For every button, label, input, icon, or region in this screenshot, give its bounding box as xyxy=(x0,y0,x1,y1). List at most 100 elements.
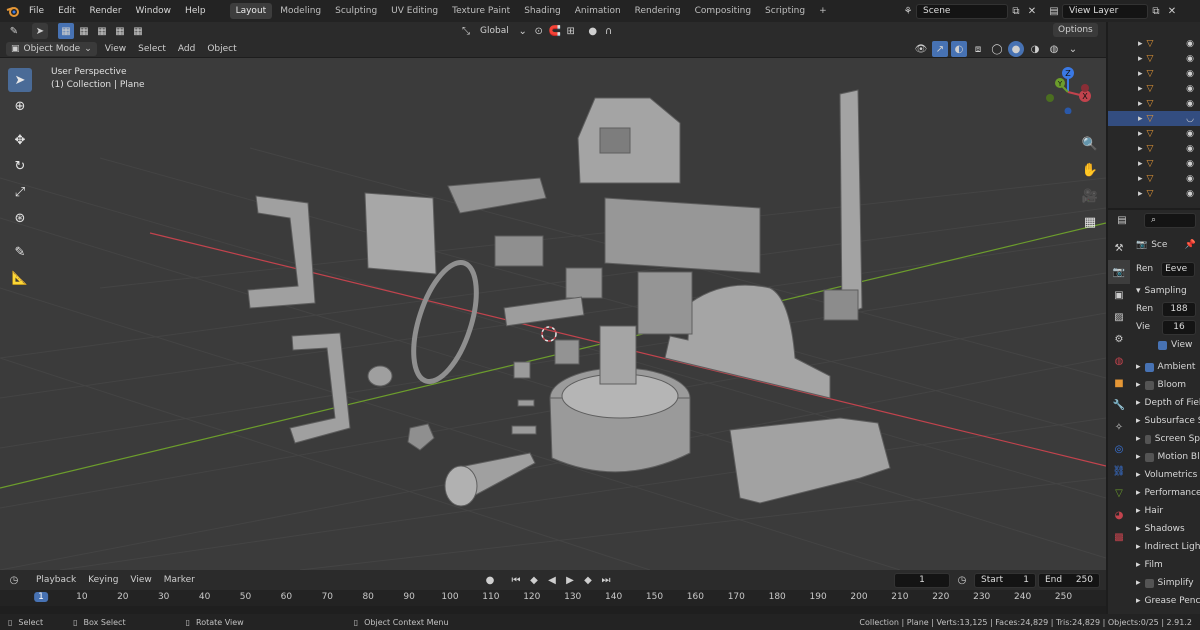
tab-layout[interactable]: Layout xyxy=(229,3,273,19)
viewport-denoise-row[interactable]: View xyxy=(1132,336,1200,354)
gizmo-toggle-icon[interactable]: ↗ xyxy=(932,41,948,57)
delete-view-layer-icon[interactable]: ✕ xyxy=(1164,3,1180,19)
panel-subsurface-s[interactable]: ▸ Subsurface S xyxy=(1132,412,1200,430)
selection-mode-subtract-icon[interactable]: ▦ xyxy=(94,23,110,39)
tab-uv-editing[interactable]: UV Editing xyxy=(385,3,444,19)
next-keyframe-icon[interactable]: ◆ xyxy=(580,572,596,588)
options-dropdown[interactable]: Options xyxy=(1053,23,1098,37)
menu-file[interactable]: File xyxy=(22,0,51,22)
visibility-eye-icon[interactable]: ◉ xyxy=(1186,69,1194,79)
panel-bloom[interactable]: ▸ Bloom xyxy=(1132,376,1200,394)
shading-rendered-icon[interactable]: ◍ xyxy=(1046,41,1062,57)
material-tab-icon[interactable]: ◕ xyxy=(1108,504,1130,526)
preview-range-icon[interactable]: ◷ xyxy=(954,572,970,588)
outliner-row[interactable]: ▸ ▽ ◉ xyxy=(1108,66,1200,81)
select-tool-icon[interactable]: ➤ xyxy=(32,23,48,39)
render-engine-dropdown[interactable]: Eeve xyxy=(1161,261,1196,277)
visibility-eye-icon[interactable]: ◉ xyxy=(1186,159,1194,169)
menu-render[interactable]: Render xyxy=(83,0,129,22)
outliner-row[interactable]: ▸ ▽ ◉ xyxy=(1108,81,1200,96)
physics-tab-icon[interactable]: ◎ xyxy=(1108,438,1130,460)
outliner-row[interactable]: ▸ ▽ ◉ xyxy=(1108,186,1200,201)
shading-wireframe-icon[interactable]: ◯ xyxy=(989,41,1005,57)
record-icon[interactable]: ● xyxy=(482,572,498,588)
jump-start-icon[interactable]: ⏮ xyxy=(508,572,524,588)
shading-solid-icon[interactable]: ● xyxy=(1008,41,1024,57)
viewport-menu-add[interactable]: Add xyxy=(172,44,201,54)
panel-grease-penc[interactable]: ▸ Grease Penc xyxy=(1132,592,1200,610)
cursor-tool-icon[interactable]: ⊕ xyxy=(8,94,32,118)
visibility-eye-icon[interactable]: ◉ xyxy=(1186,174,1194,184)
panel-enable-checkbox[interactable] xyxy=(1144,578,1154,588)
tab-scripting[interactable]: Scripting xyxy=(759,3,811,19)
snap-icon[interactable]: 🧲 xyxy=(547,23,563,39)
viewport-menu-object[interactable]: Object xyxy=(201,44,242,54)
viewport-menu-view[interactable]: View xyxy=(99,44,132,54)
menu-window[interactable]: Window xyxy=(129,0,179,22)
timeline-editor-icon[interactable]: ◷ xyxy=(6,572,22,588)
visibility-eye-icon[interactable]: ◉ xyxy=(1186,144,1194,154)
zoom-icon[interactable]: 🔍 xyxy=(1078,132,1102,156)
outliner-row[interactable]: ▸ ▽ ◉ xyxy=(1108,156,1200,171)
outliner-row[interactable]: ▸ ▽ ◉ xyxy=(1108,96,1200,111)
panel-ambient[interactable]: ▸ Ambient xyxy=(1132,358,1200,376)
shading-material-icon[interactable]: ◑ xyxy=(1027,41,1043,57)
panel-shadows[interactable]: ▸ Shadows xyxy=(1132,520,1200,538)
data-tab-icon[interactable]: ▽ xyxy=(1108,482,1130,504)
timeline-menu-marker[interactable]: Marker xyxy=(158,575,201,585)
visibility-eye-icon[interactable]: ◉ xyxy=(1186,39,1194,49)
move-tool-icon[interactable]: ✥ xyxy=(8,128,32,152)
viewport-samples-field[interactable]: 16 xyxy=(1162,319,1196,335)
panel-enable-checkbox[interactable] xyxy=(1144,362,1154,372)
panel-film[interactable]: ▸ Film xyxy=(1132,556,1200,574)
selection-mode-invert-icon[interactable]: ▦ xyxy=(112,23,128,39)
pivot-point-icon[interactable]: ⊙ xyxy=(531,23,547,39)
tab-compositing[interactable]: Compositing xyxy=(689,3,757,19)
visibility-eye-icon[interactable]: ◉ xyxy=(1186,189,1194,199)
menu-edit[interactable]: Edit xyxy=(51,0,82,22)
timeline-menu-view[interactable]: View xyxy=(124,575,157,585)
panel-indirect-light[interactable]: ▸ Indirect Light xyxy=(1132,538,1200,556)
panel-motion-bl[interactable]: ▸ Motion Bl xyxy=(1132,448,1200,466)
selection-mode-extend-icon[interactable]: ▦ xyxy=(76,23,92,39)
scene-tab-icon[interactable]: ⚙ xyxy=(1108,328,1130,350)
timeline-menu-keying[interactable]: Keying xyxy=(82,575,124,585)
properties-editor-icon[interactable]: ▤ xyxy=(1114,212,1130,228)
selection-mode-new-icon[interactable]: ▦ xyxy=(58,23,74,39)
delete-scene-icon[interactable]: ✕ xyxy=(1024,3,1040,19)
properties-search-input[interactable]: ⌕ xyxy=(1144,212,1196,228)
add-workspace-button[interactable]: + xyxy=(813,3,833,19)
viewport-denoise-checkbox[interactable] xyxy=(1158,340,1167,350)
pin-icon[interactable]: 📌 xyxy=(1185,240,1196,250)
visibility-eye-icon[interactable]: ◉ xyxy=(1186,84,1194,94)
panel-performance[interactable]: ▸ Performance xyxy=(1132,484,1200,502)
transform-orientation-dropdown[interactable]: Global xyxy=(474,26,515,36)
panel-hair[interactable]: ▸ Hair xyxy=(1132,502,1200,520)
visibility-eye-icon[interactable]: ◉ xyxy=(1186,129,1194,139)
select-box-tool-icon[interactable]: ➤ xyxy=(8,68,32,92)
snap-target-icon[interactable]: ⊞ xyxy=(563,23,579,39)
render-tab-icon[interactable]: 📷 xyxy=(1108,260,1130,284)
ortho-grid-icon[interactable]: ▦ xyxy=(1078,210,1102,234)
visibility-icon[interactable]: 👁 xyxy=(913,41,929,57)
particles-tab-icon[interactable]: ✧ xyxy=(1108,416,1130,438)
output-tab-icon[interactable]: ▣ xyxy=(1108,284,1130,306)
outliner[interactable]: ▸ ▽ ◉ ▸ ▽ ◉ ▸ ▽ ◉ ▸ ▽ ◉ ▸ ▽ ◉ ▸ ▽ ◡ ▸ ▽ ◉ ▸ ▽ ◉ ▸ ▽ ◉ ▸ ▽ ◉ … xyxy=(1108,22,1200,208)
rotate-tool-icon[interactable]: ↻ xyxy=(8,154,32,178)
panel-enable-checkbox[interactable] xyxy=(1144,434,1151,444)
panel-enable-checkbox[interactable] xyxy=(1144,452,1154,462)
panel-volumetrics[interactable]: ▸ Volumetrics xyxy=(1132,466,1200,484)
texture-tab-icon[interactable]: ▩ xyxy=(1108,526,1130,548)
prev-keyframe-icon[interactable]: ◆ xyxy=(526,572,542,588)
play-reverse-icon[interactable]: ◀ xyxy=(544,572,560,588)
camera-view-icon[interactable]: 🎥 xyxy=(1078,184,1102,208)
outliner-row[interactable]: ▸ ▽ ◉ xyxy=(1108,51,1200,66)
menu-help[interactable]: Help xyxy=(178,0,213,22)
falloff-icon[interactable]: ∩ xyxy=(601,23,617,39)
blender-logo-icon[interactable] xyxy=(4,3,22,19)
tab-texture-paint[interactable]: Texture Paint xyxy=(446,3,516,19)
object-tab-icon[interactable]: ■ xyxy=(1108,372,1130,394)
start-frame-field[interactable]: Start 1 xyxy=(974,572,1036,588)
view-layer-field[interactable]: View Layer xyxy=(1062,3,1148,19)
visibility-eye-icon[interactable]: ◉ xyxy=(1186,54,1194,64)
